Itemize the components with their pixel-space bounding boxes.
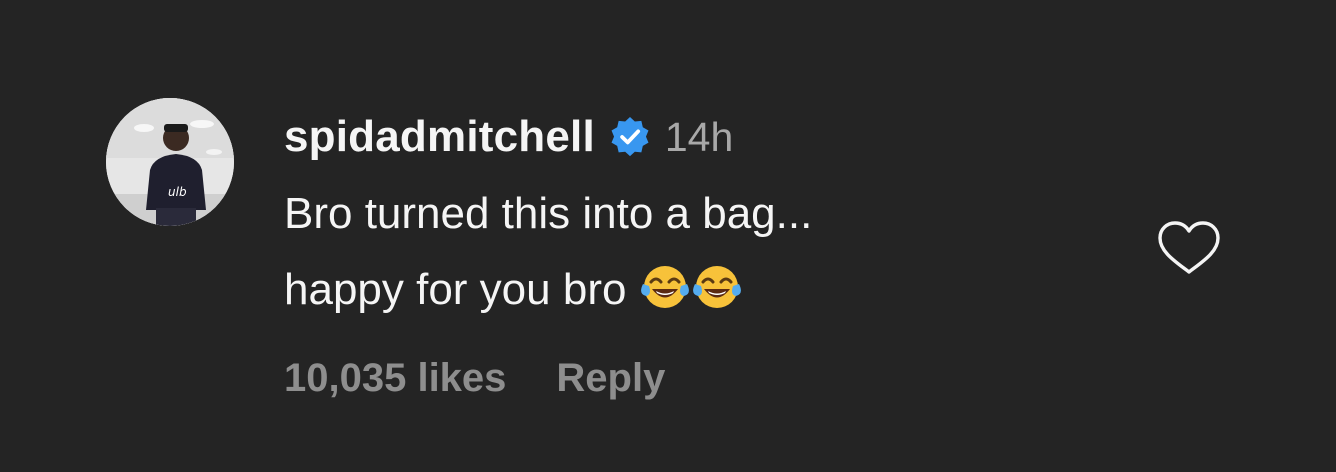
face-with-tears-of-joy-icon xyxy=(640,260,690,310)
timestamp: 14h xyxy=(664,113,734,160)
face-with-tears-of-joy-icon xyxy=(692,260,742,310)
verified-badge-icon xyxy=(609,116,651,158)
reply-button[interactable]: Reply xyxy=(556,356,665,401)
comment-text-line-2: happy for you bro xyxy=(284,265,627,314)
avatar-photo: ulb xyxy=(106,98,234,226)
comment-text: Bro turned this into a bag... happy for … xyxy=(284,176,1044,328)
comment-header: spidadmitchell 14h xyxy=(284,108,733,166)
emoji-group xyxy=(640,260,744,310)
comment: ulb spidadmitchell 14h Bro turned this i… xyxy=(0,0,1336,472)
comment-text-line-2-wrapper: happy for you bro xyxy=(284,252,1044,328)
heart-outline-icon xyxy=(1158,221,1220,274)
likes-count[interactable]: 10,035 likes xyxy=(284,356,506,401)
svg-text:ulb: ulb xyxy=(168,185,187,199)
avatar[interactable]: ulb xyxy=(106,98,234,226)
username[interactable]: spidadmitchell xyxy=(284,112,595,162)
like-button[interactable] xyxy=(1156,220,1222,276)
comment-footer: 10,035 likes Reply xyxy=(284,356,665,401)
comment-text-line-1: Bro turned this into a bag... xyxy=(284,189,813,238)
